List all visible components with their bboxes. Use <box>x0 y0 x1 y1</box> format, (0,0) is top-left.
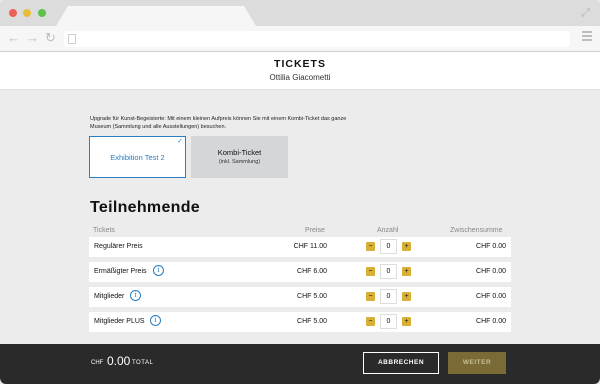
increment-button[interactable]: + <box>402 267 411 276</box>
browser-toolbar: ← → ↻ <box>0 26 600 52</box>
decrement-button[interactable]: − <box>366 317 375 326</box>
column-header-tickets: Tickets <box>93 227 115 234</box>
page-icon <box>68 34 76 44</box>
browser-window: ⤢ ← → ↻ TICKETS Ottilia Giacometti Upgra… <box>0 0 600 384</box>
checkout-footer: CHF 0.00 TOTAL ABBRECHEN WEITER <box>0 344 600 384</box>
option-exhibition[interactable]: ✓ Exhibition Test 2 <box>89 136 186 178</box>
option-kombi-label: Kombi-Ticket <box>217 148 262 157</box>
quantity-field[interactable]: 0 <box>380 239 397 254</box>
checkmark-icon: ✓ <box>177 138 183 145</box>
ticket-price: CHF 5.00 <box>297 293 327 300</box>
exhibition-subtitle: Ottilia Giacometti <box>269 73 331 82</box>
decrement-button[interactable]: − <box>366 292 375 301</box>
back-arrow-icon[interactable]: ← <box>7 31 20 45</box>
info-icon[interactable]: i <box>130 290 141 301</box>
page-viewport: TICKETS Ottilia Giacometti Upgrade für K… <box>0 52 600 384</box>
ticket-subtotal: CHF 0.00 <box>476 318 506 325</box>
ticket-subtotal: CHF 0.00 <box>476 243 506 250</box>
ticket-name: Ermäßigter Preis <box>94 268 147 275</box>
ticket-subtotal: CHF 0.00 <box>476 293 506 300</box>
decrement-button[interactable]: − <box>366 267 375 276</box>
close-window-button[interactable] <box>9 9 17 17</box>
ticket-row: Mitglieder PLUS i CHF 5.00 − 0 + CHF 0.0… <box>89 312 511 332</box>
increment-button[interactable]: + <box>402 292 411 301</box>
reload-icon[interactable]: ↻ <box>45 31 56 45</box>
page-title: TICKETS <box>274 58 326 70</box>
info-icon[interactable]: i <box>150 315 161 326</box>
cancel-button[interactable]: ABBRECHEN <box>363 352 439 374</box>
next-button[interactable]: WEITER <box>448 352 506 374</box>
ticket-price: CHF 5.00 <box>297 318 327 325</box>
title-bar: ⤢ <box>0 0 600 26</box>
ticket-price: CHF 11.00 <box>293 243 327 250</box>
info-icon[interactable]: i <box>153 265 164 276</box>
total-currency: CHF <box>91 360 104 366</box>
ticket-row: Regulärer Preis CHF 11.00 − 0 + CHF 0.00 <box>89 237 511 257</box>
ticket-name: Regulärer Preis <box>94 243 143 250</box>
option-kombi-ticket[interactable]: Kombi-Ticket (inkl. Sammlung) <box>191 136 288 178</box>
ticket-name: Mitglieder PLUS <box>94 318 145 325</box>
option-exhibition-label: Exhibition Test 2 <box>110 153 165 162</box>
column-header-anzahl: Anzahl <box>377 227 399 234</box>
increment-button[interactable]: + <box>402 242 411 251</box>
hamburger-menu-icon[interactable] <box>582 31 592 43</box>
quantity-field[interactable]: 0 <box>380 264 397 279</box>
browser-tab[interactable] <box>56 6 256 26</box>
quantity-field[interactable]: 0 <box>380 314 397 329</box>
increment-button[interactable]: + <box>402 317 411 326</box>
column-header-zwischensumme: Zwischensumme <box>450 227 503 234</box>
minimize-window-button[interactable] <box>23 9 31 17</box>
address-bar[interactable] <box>64 31 570 47</box>
forward-arrow-icon[interactable]: → <box>26 31 39 45</box>
ticket-name: Mitglieder <box>94 293 125 300</box>
option-kombi-sublabel: (inkl. Sammlung) <box>218 159 261 165</box>
upgrade-description: Upgrade für Kunst-Begeisterte: Mit einem… <box>90 116 347 130</box>
ticket-price: CHF 6.00 <box>297 268 327 275</box>
total-amount: 0.00 <box>107 354 131 368</box>
maximize-window-button[interactable] <box>38 9 46 17</box>
ticket-row: Ermäßigter Preis i CHF 6.00 − 0 + CHF 0.… <box>89 262 511 282</box>
total-label: TOTAL <box>132 360 154 366</box>
decrement-button[interactable]: − <box>366 242 375 251</box>
fullscreen-icon[interactable]: ⤢ <box>581 7 590 20</box>
section-title: Teilnehmende <box>90 199 200 216</box>
quantity-field[interactable]: 0 <box>380 289 397 304</box>
column-header-preise: Preise <box>305 227 325 234</box>
ticket-row: Mitglieder i CHF 5.00 − 0 + CHF 0.00 <box>89 287 511 307</box>
ticket-subtotal: CHF 0.00 <box>476 268 506 275</box>
page-header: TICKETS Ottilia Giacometti <box>0 52 600 90</box>
